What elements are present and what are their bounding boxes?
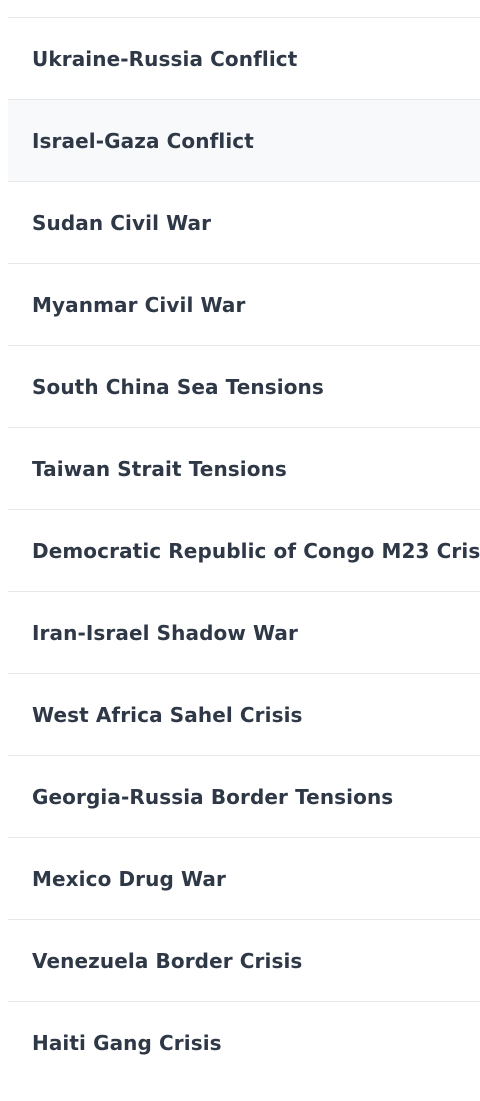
conflict-list: Ukraine-Russia Conflict Israel-Gaza Conf… [8, 17, 480, 1084]
list-item[interactable]: Israel-Gaza Conflict [8, 100, 480, 182]
list-item-label: Ukraine-Russia Conflict [32, 46, 298, 71]
list-item-label: South China Sea Tensions [32, 374, 324, 399]
list-item-label: Democratic Republic of Congo M23 Crisis [32, 538, 480, 563]
list-item[interactable]: Mexico Drug War [8, 838, 480, 920]
list-item-label: Sudan Civil War [32, 210, 212, 235]
list-item-label: Mexico Drug War [32, 866, 226, 891]
list-item-label: Myanmar Civil War [32, 292, 246, 317]
list-item-label: Georgia-Russia Border Tensions [32, 784, 394, 809]
list-item-label: West Africa Sahel Crisis [32, 702, 303, 727]
list-item-label: Iran-Israel Shadow War [32, 620, 298, 645]
list-item-label: Haiti Gang Crisis [32, 1031, 222, 1055]
list-item[interactable]: Taiwan Strait Tensions [8, 428, 480, 510]
list-item-label: Taiwan Strait Tensions [32, 456, 287, 481]
list-item[interactable]: Iran-Israel Shadow War [8, 592, 480, 674]
list-item[interactable]: South China Sea Tensions [8, 346, 480, 428]
list-item-label: Venezuela Border Crisis [32, 948, 303, 973]
list-item[interactable]: West Africa Sahel Crisis [8, 674, 480, 756]
list-item[interactable]: Myanmar Civil War [8, 264, 480, 346]
list-item[interactable]: Sudan Civil War [8, 182, 480, 264]
list-item[interactable]: Georgia-Russia Border Tensions [8, 756, 480, 838]
list-item[interactable]: Ukraine-Russia Conflict [8, 18, 480, 100]
list-item[interactable]: Haiti Gang Crisis [8, 1002, 480, 1084]
list-item-label: Israel-Gaza Conflict [32, 128, 254, 153]
list-item[interactable]: Venezuela Border Crisis [8, 920, 480, 1002]
list-item[interactable]: Democratic Republic of Congo M23 Crisis [8, 510, 480, 592]
